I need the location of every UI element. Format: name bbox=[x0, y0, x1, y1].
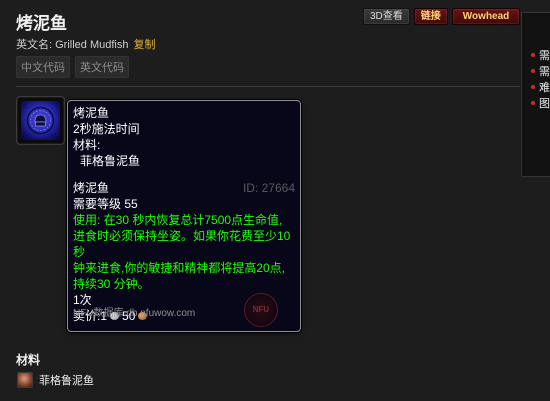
spell-name: 烤泥鱼 bbox=[73, 106, 110, 120]
use-effect-line: 钟来进食,你的敏捷和精神都将提高20点, bbox=[73, 261, 286, 275]
bullet-icon bbox=[531, 53, 535, 57]
link-button[interactable]: 链接 bbox=[413, 8, 448, 25]
english-name-row: 英文名: Grilled Mudfish 复制 bbox=[16, 36, 156, 52]
cast-time: 2秒施法时间 bbox=[73, 122, 140, 136]
wowhead-button[interactable]: Wowhead bbox=[451, 8, 521, 25]
reagents-label: 材料: bbox=[73, 138, 101, 152]
right-panel-item: 需要 bbox=[531, 47, 550, 63]
mudfish-icon bbox=[17, 372, 33, 388]
bullet-icon bbox=[531, 85, 535, 89]
view-3d-button[interactable]: 3D查看 bbox=[363, 8, 410, 25]
chinese-code-button[interactable]: 中文代码 bbox=[16, 56, 70, 78]
right-panel-item: 需要 bbox=[531, 63, 550, 79]
materials-title: 材料 bbox=[16, 353, 41, 367]
english-name-label: 英文名: bbox=[16, 39, 53, 51]
nfu-logo-icon: NFU bbox=[244, 293, 278, 327]
use-effect-line: 持续30 分钟。 bbox=[73, 277, 150, 291]
right-panel-item: 难度 bbox=[531, 79, 550, 95]
copy-link[interactable]: 复制 bbox=[134, 39, 156, 51]
material-item[interactable]: 菲格鲁泥鱼 bbox=[17, 372, 94, 388]
english-code-button[interactable]: 英文代码 bbox=[75, 56, 129, 78]
material-name: 菲格鲁泥鱼 bbox=[39, 375, 94, 387]
top-buttons: 3D查看 链接 Wowhead bbox=[363, 8, 521, 25]
use-effect-line: 使用: 在30 秒内恢复总计7500点生命值, bbox=[73, 213, 283, 227]
right-info-panel: 需要 需要 难度 图标 bbox=[521, 12, 550, 177]
reagent-name: 菲格鲁泥鱼 bbox=[80, 154, 141, 168]
item-name: 烤泥鱼 bbox=[73, 181, 110, 195]
use-effect-line: 进食时必须保持坐姿。如果你花费至少10秒 bbox=[73, 229, 291, 259]
cooking-hat-icon bbox=[26, 106, 55, 135]
spell-icon bbox=[17, 97, 64, 144]
page-title: 烤泥鱼 bbox=[16, 14, 67, 33]
bullet-icon bbox=[531, 69, 535, 73]
english-name-value: Grilled Mudfish bbox=[55, 39, 129, 51]
required-level: 需要等级 55 bbox=[73, 197, 138, 211]
bullet-icon bbox=[531, 101, 535, 105]
database-footer: NFU数据库 db.nfuwow.com bbox=[73, 308, 196, 319]
divider bbox=[16, 86, 520, 87]
spell-info: 烤泥鱼 2秒施法时间 材料: 菲格鲁泥鱼 bbox=[73, 105, 295, 169]
item-id: ID: 27664 bbox=[242, 181, 295, 195]
cooking-icon bbox=[21, 101, 60, 140]
right-panel-item: 图标 bbox=[531, 95, 550, 111]
code-buttons: 中文代码 英文代码 bbox=[16, 56, 129, 78]
item-name-row: 烤泥鱼 ID: 27664 bbox=[73, 180, 295, 196]
item-tooltip: 烤泥鱼 2秒施法时间 材料: 菲格鲁泥鱼 烤泥鱼 ID: 27664 需要等级 … bbox=[67, 100, 301, 332]
